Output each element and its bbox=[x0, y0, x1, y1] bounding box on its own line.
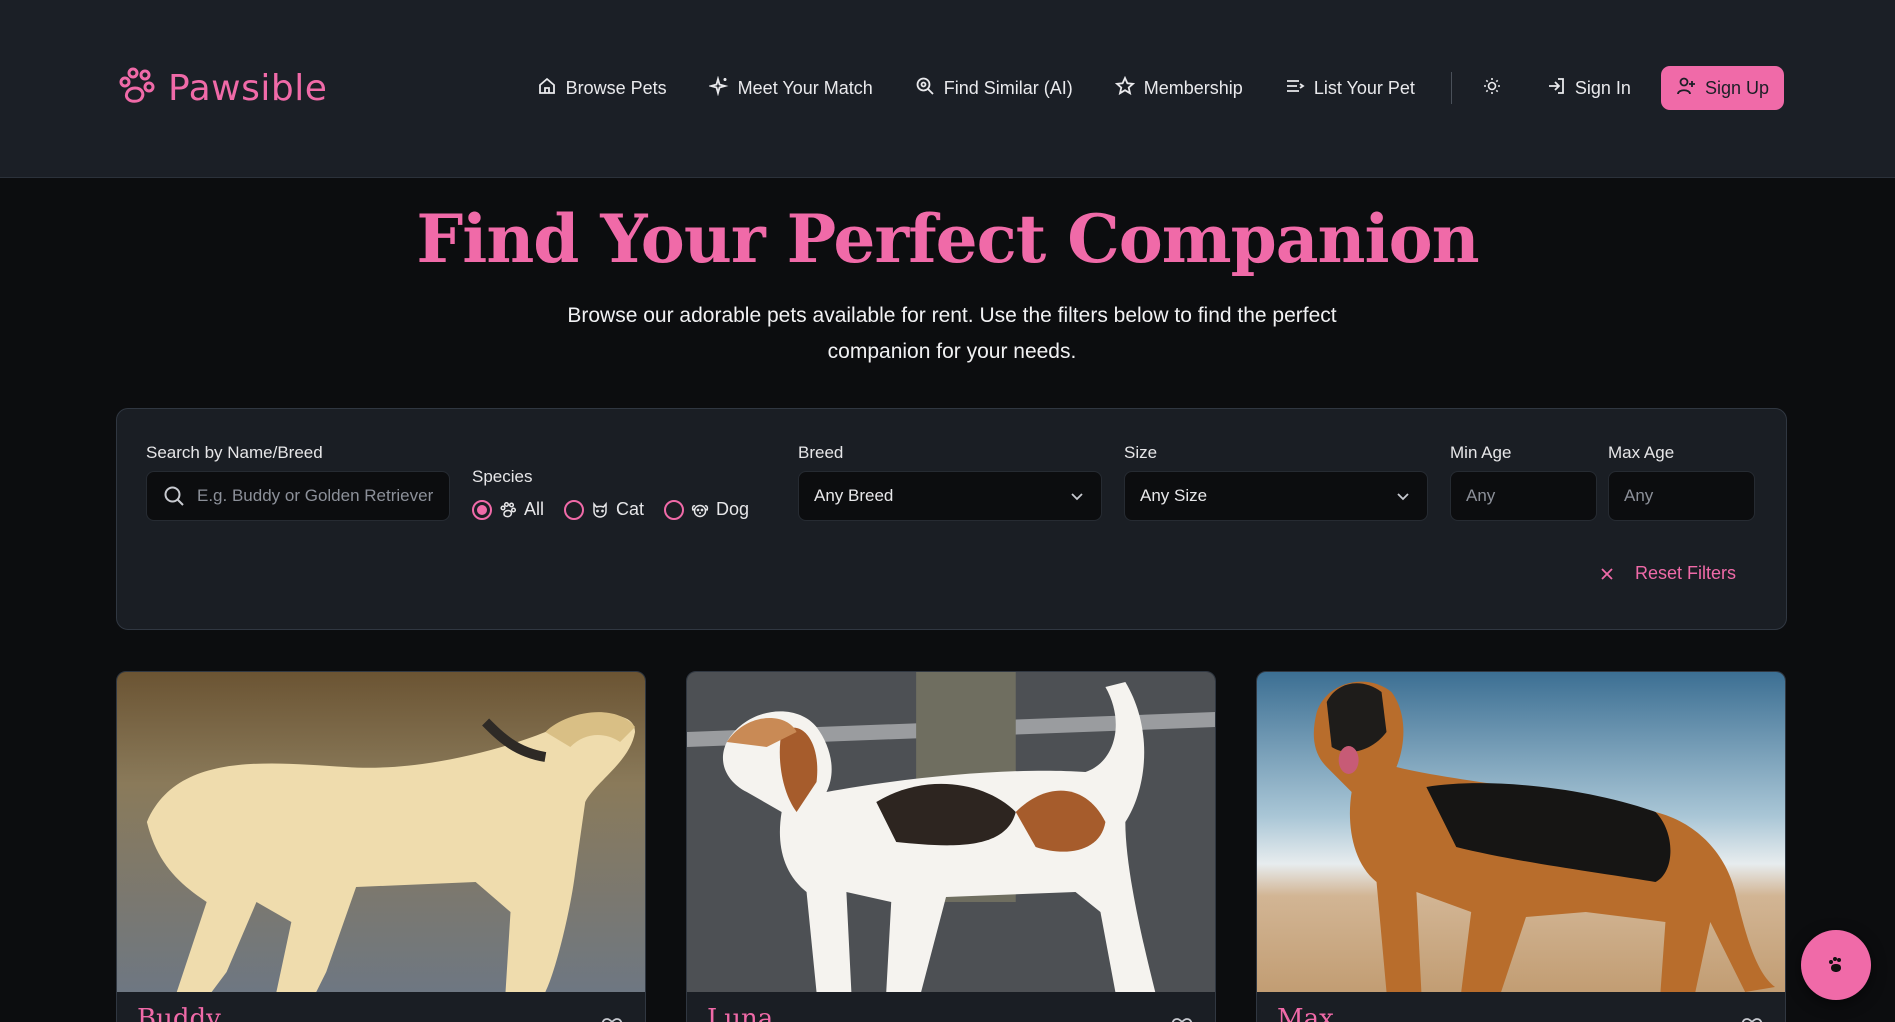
nav-meet-your-match[interactable]: Meet Your Match bbox=[707, 75, 873, 101]
paw-icon bbox=[116, 66, 156, 111]
nav-list-your-pet[interactable]: List Your Pet bbox=[1285, 76, 1415, 101]
dog-icon bbox=[691, 501, 709, 519]
user-plus-icon bbox=[1676, 76, 1696, 101]
breed-label: Breed bbox=[798, 443, 844, 462]
radio-button[interactable] bbox=[564, 499, 585, 520]
star-icon bbox=[1114, 75, 1135, 101]
chat-assistant-button[interactable] bbox=[1801, 930, 1871, 1000]
min-age-label: Min Age bbox=[1450, 443, 1512, 462]
list-icon bbox=[1285, 76, 1305, 101]
main-nav: Browse Pets Meet Your Match Find Similar… bbox=[537, 66, 1784, 110]
search-label: Search by Name/Breed bbox=[146, 443, 323, 462]
heart-icon[interactable] bbox=[1741, 1016, 1763, 1022]
brand-logo[interactable]: Pawsible bbox=[116, 66, 327, 111]
species-option-label: Cat bbox=[616, 499, 645, 519]
sign-in-label: Sign In bbox=[1574, 77, 1631, 98]
page-title: Find Your Perfect Companion bbox=[416, 200, 1479, 278]
nav-divider bbox=[1450, 72, 1452, 104]
sign-up-label: Sign Up bbox=[1704, 77, 1769, 98]
nav-label: Browse Pets bbox=[565, 77, 667, 98]
nav-find-similar[interactable]: Find Similar (AI) bbox=[915, 76, 1073, 101]
paw-icon bbox=[1826, 955, 1846, 975]
pet-card[interactable]: Buddy bbox=[116, 671, 646, 1022]
beagle-photo bbox=[687, 672, 1215, 992]
nav-label: Find Similar (AI) bbox=[943, 77, 1073, 98]
species-option-label: Dog bbox=[716, 499, 750, 519]
breed-select-value: Any Breed bbox=[814, 486, 894, 505]
pet-name: Luna bbox=[707, 1004, 774, 1022]
size-label: Size bbox=[1124, 443, 1158, 462]
paw-icon bbox=[499, 501, 517, 519]
nav-browse-pets[interactable]: Browse Pets bbox=[537, 76, 667, 101]
chevron-down-icon bbox=[1069, 488, 1085, 509]
sign-up-button[interactable]: Sign Up bbox=[1660, 66, 1784, 110]
min-age-input[interactable]: Any bbox=[1450, 471, 1597, 521]
reset-filters-button[interactable]: Reset Filters bbox=[1599, 563, 1736, 584]
pet-name: Buddy bbox=[137, 1004, 221, 1022]
search-input[interactable]: E.g. Buddy or Golden Retriever bbox=[146, 471, 450, 521]
search-icon bbox=[162, 484, 186, 508]
close-icon bbox=[1599, 566, 1615, 582]
species-label: Species bbox=[472, 467, 533, 486]
heart-icon[interactable] bbox=[1171, 1016, 1193, 1022]
size-select-value: Any Size bbox=[1140, 486, 1208, 505]
min-age-placeholder: Any bbox=[1466, 486, 1496, 505]
species-radio-all[interactable]: All bbox=[472, 499, 544, 520]
sparkles-icon bbox=[707, 75, 729, 101]
brand-name: Pawsible bbox=[168, 68, 328, 109]
species-radio-dog[interactable]: Dog bbox=[664, 499, 749, 520]
theme-toggle-button[interactable] bbox=[1482, 76, 1502, 101]
nav-label: Meet Your Match bbox=[737, 77, 873, 98]
nav-membership[interactable]: Membership bbox=[1114, 75, 1243, 101]
radio-button[interactable] bbox=[664, 499, 685, 520]
sign-in-icon bbox=[1546, 76, 1566, 101]
chevron-down-icon bbox=[1395, 488, 1411, 509]
sign-in-link[interactable]: Sign In bbox=[1546, 76, 1631, 101]
home-icon bbox=[537, 76, 557, 101]
pet-card[interactable]: Luna bbox=[686, 671, 1216, 1022]
reset-filters-label: Reset Filters bbox=[1634, 563, 1736, 583]
pet-card[interactable]: Max bbox=[1256, 671, 1786, 1022]
radio-button[interactable] bbox=[472, 499, 492, 520]
german-shepherd-photo bbox=[1257, 672, 1785, 992]
species-radio-cat[interactable]: Cat bbox=[564, 499, 644, 520]
max-age-placeholder: Any bbox=[1624, 486, 1654, 505]
species-option-label: All bbox=[524, 499, 545, 519]
nav-label: Membership bbox=[1143, 77, 1243, 98]
page-subtitle: Browse our adorable pets available for r… bbox=[567, 304, 1337, 363]
sun-icon bbox=[1482, 76, 1502, 101]
pet-name: Max bbox=[1277, 1004, 1334, 1022]
breed-select[interactable]: Any Breed bbox=[798, 471, 1102, 521]
max-age-label: Max Age bbox=[1608, 443, 1675, 462]
nav-label: List Your Pet bbox=[1313, 77, 1415, 98]
max-age-input[interactable]: Any bbox=[1608, 471, 1755, 521]
heart-icon[interactable] bbox=[601, 1016, 623, 1022]
top-header: Pawsible Browse Pets Meet Your Match Fin… bbox=[0, 0, 1895, 178]
species-radio-group: All Cat Dog bbox=[472, 499, 769, 520]
cat-icon bbox=[591, 501, 609, 519]
golden-retriever-photo bbox=[117, 672, 645, 992]
search-placeholder: E.g. Buddy or Golden Retriever bbox=[197, 486, 434, 505]
size-select[interactable]: Any Size bbox=[1124, 471, 1428, 521]
filter-panel: Search by Name/Breed E.g. Buddy or Golde… bbox=[116, 408, 1787, 630]
search-zoom-icon bbox=[915, 76, 935, 101]
